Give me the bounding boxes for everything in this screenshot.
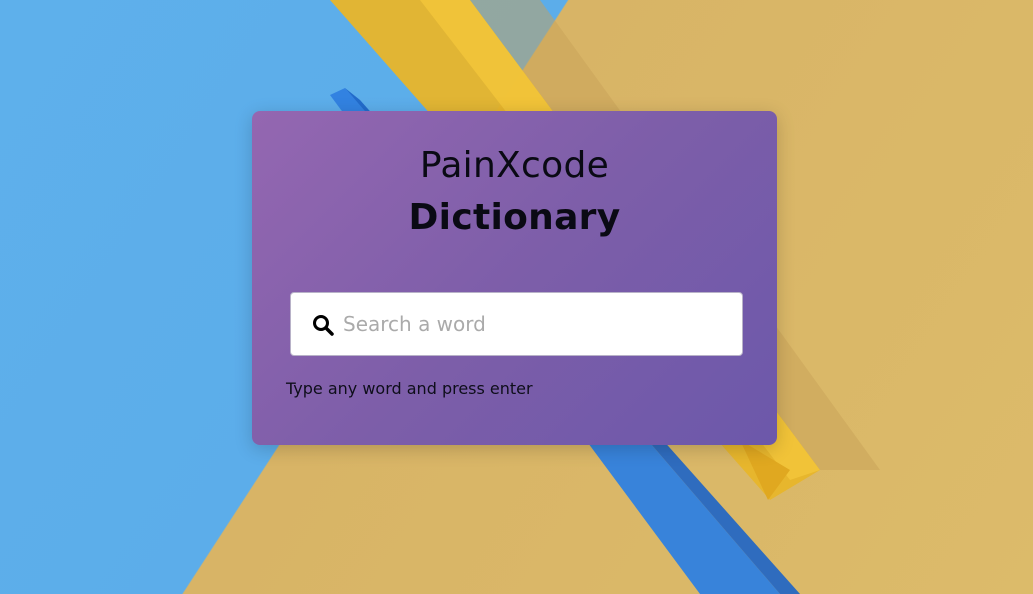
- app-subtitle: Dictionary: [408, 197, 621, 238]
- app-title: PainXcode: [419, 145, 610, 186]
- search-input[interactable]: [343, 293, 733, 355]
- dictionary-card: PainXcode Dictionary Type any word and p…: [252, 111, 777, 445]
- hint-text: Type any word and press enter: [286, 379, 533, 398]
- search-icon: [313, 315, 334, 336]
- search-box[interactable]: [290, 292, 743, 356]
